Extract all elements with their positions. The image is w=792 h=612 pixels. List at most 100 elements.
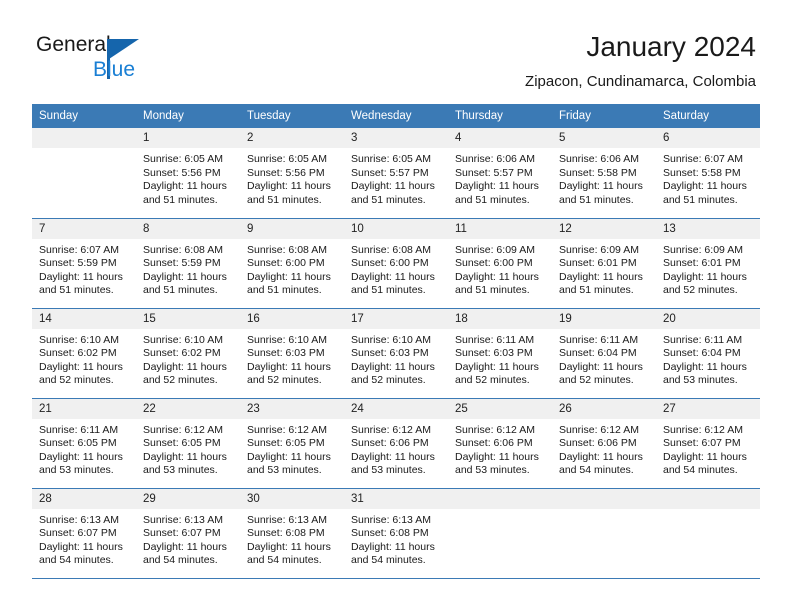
calendar-day-cell[interactable]: 28 Sunrise: 6:13 AM Sunset: 6:07 PM Dayligh…: [32, 488, 136, 579]
daylight-text-line1: Daylight: 11 hours: [143, 270, 227, 283]
day-number: 1: [136, 128, 240, 148]
sunset-text: Sunset: 6:08 PM: [351, 527, 429, 540]
day-number: 17: [344, 308, 448, 329]
calendar-day-cell[interactable]: 7 Sunrise: 6:07 AM Sunset: 5:59 PM Daylight…: [32, 218, 136, 309]
calendar-day-cell[interactable]: 22 Sunrise: 6:12 AM Sunset: 6:05 PM Dayligh…: [136, 398, 240, 489]
calendar-day-cell[interactable]: 30 Sunrise: 6:13 AM Sunset: 6:08 PM Dayligh…: [240, 488, 344, 579]
sunrise-text: Sunrise: 6:13 AM: [351, 513, 431, 526]
daylight-text-line2: and 53 minutes.: [247, 464, 322, 477]
sunrise-text: Sunrise: 6:13 AM: [247, 513, 327, 526]
sunrise-text: Sunrise: 6:11 AM: [663, 333, 743, 346]
sunset-text: Sunset: 6:07 PM: [663, 437, 741, 450]
calendar-day-cell[interactable]: 12 Sunrise: 6:09 AM Sunset: 6:01 PM Dayligh…: [552, 218, 656, 309]
sunset-text: Sunset: 5:57 PM: [455, 166, 533, 179]
sunrise-text: Sunrise: 6:09 AM: [559, 243, 639, 256]
daylight-text-line2: and 52 minutes.: [455, 374, 530, 387]
day-number: 9: [240, 218, 344, 239]
calendar-day-cell[interactable]: 26 Sunrise: 6:12 AM Sunset: 6:06 PM Dayligh…: [552, 398, 656, 489]
daylight-text-line2: and 52 minutes.: [143, 374, 218, 387]
sunset-text: Sunset: 5:58 PM: [663, 166, 741, 179]
daylight-text-line2: and 51 minutes.: [143, 284, 218, 297]
daylight-text-line2: and 51 minutes.: [559, 193, 634, 206]
calendar-day-cell[interactable]: 25 Sunrise: 6:12 AM Sunset: 6:06 PM Dayligh…: [448, 398, 552, 489]
daylight-text-line1: Daylight: 11 hours: [39, 360, 123, 373]
sunrise-text: Sunrise: 6:11 AM: [559, 333, 639, 346]
calendar-day-cell[interactable]: 1 Sunrise: 6:05 AM Sunset: 5:56 PM Daylight…: [136, 128, 240, 219]
day-number: 25: [448, 398, 552, 419]
sunrise-text: Sunrise: 6:05 AM: [143, 153, 223, 165]
sunset-text: Sunset: 5:58 PM: [559, 166, 637, 179]
calendar-day-cell[interactable]: 9 Sunrise: 6:08 AM Sunset: 6:00 PM Daylight…: [240, 218, 344, 309]
daylight-text-line1: Daylight: 11 hours: [143, 540, 227, 553]
calendar-day-cell[interactable]: 20 Sunrise: 6:11 AM Sunset: 6:04 PM Dayligh…: [656, 308, 760, 399]
day-details: Sunrise: 6:09 AM Sunset: 6:00 PM Daylight:…: [448, 239, 552, 298]
calendar-week-row: 21 Sunrise: 6:11 AM Sunset: 6:05 PM Dayligh…: [32, 398, 760, 489]
calendar-day-cell[interactable]: 23 Sunrise: 6:12 AM Sunset: 6:05 PM Dayligh…: [240, 398, 344, 489]
day-details: Sunrise: 6:08 AM Sunset: 5:59 PM Daylight:…: [136, 239, 240, 298]
calendar-day-cell[interactable]: 2 Sunrise: 6:05 AM Sunset: 5:56 PM Daylight…: [240, 128, 344, 219]
day-number: 16: [240, 308, 344, 329]
sunset-text: Sunset: 6:06 PM: [559, 437, 637, 450]
calendar-day-cell[interactable]: 29 Sunrise: 6:13 AM Sunset: 6:07 PM Dayligh…: [136, 488, 240, 579]
calendar-day-cell[interactable]: 10 Sunrise: 6:08 AM Sunset: 6:00 PM Dayligh…: [344, 218, 448, 309]
calendar-day-cell[interactable]: 18 Sunrise: 6:11 AM Sunset: 6:03 PM Dayligh…: [448, 308, 552, 399]
sunset-text: Sunset: 6:03 PM: [455, 347, 533, 360]
daylight-text-line1: Daylight: 11 hours: [559, 180, 643, 193]
calendar-day-cell[interactable]: 16 Sunrise: 6:10 AM Sunset: 6:03 PM Dayligh…: [240, 308, 344, 399]
calendar-day-cell[interactable]: 27 Sunrise: 6:12 AM Sunset: 6:07 PM Dayligh…: [656, 398, 760, 489]
sunset-text: Sunset: 6:02 PM: [143, 347, 221, 360]
calendar-day-cell[interactable]: 5 Sunrise: 6:06 AM Sunset: 5:58 PM Daylight…: [552, 128, 656, 219]
day-number: [656, 488, 760, 509]
page-title: January 2024: [586, 31, 756, 62]
calendar-day-cell[interactable]: 19 Sunrise: 6:11 AM Sunset: 6:04 PM Dayligh…: [552, 308, 656, 399]
daylight-text-line1: Daylight: 11 hours: [455, 360, 539, 373]
calendar-day-cell[interactable]: 31 Sunrise: 6:13 AM Sunset: 6:08 PM Dayligh…: [344, 488, 448, 579]
calendar-day-cell[interactable]: 6 Sunrise: 6:07 AM Sunset: 5:58 PM Daylight…: [656, 128, 760, 219]
calendar-day-cell[interactable]: 3 Sunrise: 6:05 AM Sunset: 5:57 PM Daylight…: [344, 128, 448, 219]
sunrise-text: Sunrise: 6:12 AM: [559, 423, 639, 436]
daylight-text-line2: and 54 minutes.: [247, 554, 322, 567]
sunset-text: Sunset: 6:00 PM: [247, 257, 325, 270]
day-details: Sunrise: 6:05 AM Sunset: 5:56 PM Daylight:…: [136, 148, 240, 207]
sunrise-text: Sunrise: 6:08 AM: [247, 243, 327, 256]
sunrise-text: Sunrise: 6:09 AM: [663, 243, 743, 256]
calendar-day-cell[interactable]: 15 Sunrise: 6:10 AM Sunset: 6:02 PM Dayligh…: [136, 308, 240, 399]
daylight-text-line2: and 52 minutes.: [351, 374, 426, 387]
page-header: General Blue January 2024 Zipacon, Cundi…: [0, 0, 792, 104]
sunset-text: Sunset: 5:59 PM: [143, 257, 221, 270]
day-details: Sunrise: 6:09 AM Sunset: 6:01 PM Daylight:…: [656, 239, 760, 298]
daylight-text-line1: Daylight: 11 hours: [143, 450, 227, 463]
calendar-cell-empty: [448, 488, 552, 579]
day-details: Sunrise: 6:10 AM Sunset: 6:02 PM Daylight:…: [32, 329, 136, 388]
calendar-day-cell[interactable]: 11 Sunrise: 6:09 AM Sunset: 6:00 PM Dayligh…: [448, 218, 552, 309]
calendar-day-cell[interactable]: 8 Sunrise: 6:08 AM Sunset: 5:59 PM Daylight…: [136, 218, 240, 309]
daylight-text-line1: Daylight: 11 hours: [39, 540, 123, 553]
daylight-text-line1: Daylight: 11 hours: [247, 450, 331, 463]
daylight-text-line1: Daylight: 11 hours: [351, 180, 435, 193]
daylight-text-line1: Daylight: 11 hours: [351, 360, 435, 373]
day-details: Sunrise: 6:10 AM Sunset: 6:02 PM Daylight:…: [136, 329, 240, 388]
page-subtitle: Zipacon, Cundinamarca, Colombia: [525, 73, 756, 90]
brand-logo: General Blue: [36, 33, 216, 87]
daylight-text-line1: Daylight: 11 hours: [663, 270, 747, 283]
day-number: [552, 488, 656, 509]
sunrise-text: Sunrise: 6:10 AM: [247, 333, 327, 346]
sunrise-text: Sunrise: 6:12 AM: [455, 423, 535, 436]
day-details: Sunrise: 6:06 AM Sunset: 5:58 PM Daylight:…: [552, 148, 656, 207]
calendar-day-cell[interactable]: 21 Sunrise: 6:11 AM Sunset: 6:05 PM Dayligh…: [32, 398, 136, 489]
calendar-day-cell[interactable]: 4 Sunrise: 6:06 AM Sunset: 5:57 PM Daylight…: [448, 128, 552, 219]
sunrise-text: Sunrise: 6:10 AM: [351, 333, 431, 346]
weekday-header-friday: Friday: [552, 104, 656, 128]
day-number: 3: [344, 128, 448, 148]
daylight-text-line1: Daylight: 11 hours: [455, 270, 539, 283]
calendar-day-cell[interactable]: 17 Sunrise: 6:10 AM Sunset: 6:03 PM Dayligh…: [344, 308, 448, 399]
calendar-day-cell[interactable]: 24 Sunrise: 6:12 AM Sunset: 6:06 PM Dayligh…: [344, 398, 448, 489]
sunrise-text: Sunrise: 6:12 AM: [143, 423, 223, 436]
calendar-day-cell[interactable]: 13 Sunrise: 6:09 AM Sunset: 6:01 PM Dayligh…: [656, 218, 760, 309]
day-number: 13: [656, 218, 760, 239]
day-details: Sunrise: 6:11 AM Sunset: 6:03 PM Daylight:…: [448, 329, 552, 388]
day-details: Sunrise: 6:11 AM Sunset: 6:04 PM Daylight:…: [656, 329, 760, 388]
day-number: 10: [344, 218, 448, 239]
sunset-text: Sunset: 5:57 PM: [351, 166, 429, 179]
calendar-day-cell[interactable]: 14 Sunrise: 6:10 AM Sunset: 6:02 PM Dayligh…: [32, 308, 136, 399]
